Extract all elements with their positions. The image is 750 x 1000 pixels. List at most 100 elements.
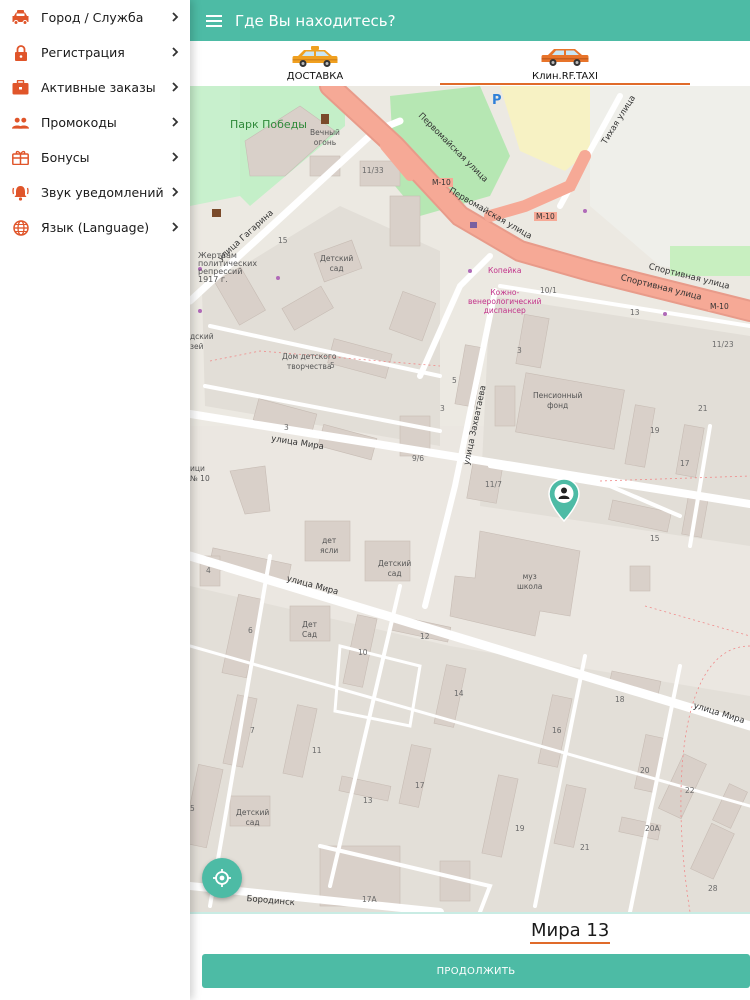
road-ref: M-10 — [430, 178, 453, 187]
house-number: 17A — [362, 895, 377, 904]
house-number: 22 — [685, 786, 695, 795]
drawer-item-label: Город / Служба — [41, 10, 144, 25]
house-number: 11 — [312, 746, 322, 755]
place-label: Дом детского творчества — [282, 352, 337, 371]
house-number: 21 — [580, 843, 590, 852]
place-label: Кожно-венерологический диспансер — [468, 288, 542, 315]
house-number: 13 — [363, 796, 373, 805]
tab-klin-rf-taxi[interactable]: Клин.RF.TAXI — [440, 41, 690, 86]
side-drawer: Город / Служба Регистрация Активные зака… — [0, 0, 190, 1000]
map-canvas[interactable]: P Жертвам политических репрессий 1917 г. — [190, 86, 750, 912]
house-number: 16 — [552, 726, 562, 735]
road-ref: M-10 — [534, 212, 557, 221]
drawer-item-city-service[interactable]: Город / Служба — [0, 0, 190, 35]
shop-icon — [470, 222, 477, 228]
gift-icon — [12, 149, 29, 166]
house-number: 17 — [680, 459, 690, 468]
lock-icon — [12, 44, 29, 61]
house-number: 20 — [640, 766, 650, 775]
page-title: Где Вы находитесь? — [235, 11, 396, 30]
parking-label: P — [492, 93, 502, 108]
service-tabs: ДОСТАВКА Клин.RF.TAXI — [190, 41, 750, 86]
place-label: муз школа — [517, 572, 543, 591]
house-number: 11/23 — [712, 340, 734, 349]
house-number: 3 — [284, 423, 289, 432]
chevron-right-icon — [172, 222, 179, 232]
selected-address[interactable]: Мира 13 — [530, 920, 611, 944]
bell-icon — [12, 184, 29, 201]
briefcase-icon — [12, 79, 29, 96]
location-pin-icon[interactable] — [548, 478, 580, 522]
monument-icon — [212, 209, 221, 217]
taxi-car-icon — [541, 49, 589, 66]
place-label: Детский сад — [236, 808, 270, 827]
chevron-right-icon — [172, 117, 179, 127]
globe-icon — [12, 219, 29, 236]
house-number: 10 — [358, 648, 368, 657]
road-ref: M-10 — [708, 302, 731, 311]
house-number: 19 — [515, 824, 525, 833]
house-number: 9/6 — [412, 454, 425, 463]
place-label: Детский сад — [378, 559, 412, 578]
tab-delivery[interactable]: ДОСТАВКА — [250, 41, 380, 86]
app-bar: Где Вы находитесь? — [190, 0, 750, 41]
taxi-car-icon — [292, 46, 338, 67]
house-number: 28 — [708, 884, 718, 893]
eternal-flame-label: Вечный огонь — [310, 128, 340, 147]
drawer-item-language[interactable]: Язык (Language) — [0, 210, 190, 245]
place-label: дский зей — [190, 332, 214, 351]
map-view[interactable]: P Жертвам политических репрессий 1917 г.… — [190, 86, 750, 912]
house-number: 15 — [278, 236, 288, 245]
house-number: 5 — [452, 376, 457, 385]
house-number: 17 — [415, 781, 425, 790]
drawer-item-label: Активные заказы — [41, 80, 156, 95]
drawer-item-bonuses[interactable]: Бонусы — [0, 140, 190, 175]
drawer-item-label: Регистрация — [41, 45, 125, 60]
tab-label: Клин.RF.TAXI — [532, 71, 598, 82]
people-icon — [12, 114, 29, 131]
drawer-item-active-orders[interactable]: Активные заказы — [0, 70, 190, 105]
chevron-right-icon — [172, 47, 179, 57]
house-number: 18 — [615, 695, 625, 704]
place-label: Копейка — [488, 266, 522, 275]
house-number: 14 — [454, 689, 464, 698]
tab-selected-indicator — [440, 83, 690, 85]
hamburger-menu-icon[interactable] — [203, 10, 225, 32]
chevron-right-icon — [172, 152, 179, 162]
drawer-item-notification-sound[interactable]: Звук уведомлений — [0, 175, 190, 210]
chevron-right-icon — [172, 82, 179, 92]
house-number: 3 — [440, 404, 445, 413]
place-label: Детский сад — [320, 254, 354, 273]
drawer-item-promocodes[interactable]: Промокоды — [0, 105, 190, 140]
monument-icon — [321, 114, 329, 124]
tab-label: ДОСТАВКА — [286, 71, 344, 82]
place-label: Пенсионный фонд — [533, 391, 583, 410]
taxi-car-icon — [12, 9, 29, 26]
house-number: 21 — [698, 404, 708, 413]
house-number: 11/33 — [362, 166, 384, 175]
house-number: 15 — [650, 534, 660, 543]
place-label: ици № 10 — [190, 464, 210, 483]
house-number: 4 — [206, 566, 211, 575]
house-number: 7 — [250, 726, 255, 735]
chevron-right-icon — [172, 12, 179, 22]
park-label: Парк Победы — [230, 118, 307, 131]
my-location-button[interactable] — [202, 858, 242, 898]
place-label: дет ясли — [320, 536, 339, 555]
house-number: 20A — [645, 824, 660, 833]
house-number: 5 — [330, 361, 335, 370]
house-number: 6 — [248, 626, 253, 635]
house-number: 11/7 — [485, 480, 502, 489]
house-number: 13 — [630, 308, 640, 317]
my-location-icon — [213, 869, 231, 887]
drawer-item-registration[interactable]: Регистрация — [0, 35, 190, 70]
house-number: 19 — [650, 426, 660, 435]
drawer-item-label: Язык (Language) — [41, 220, 150, 235]
place-label: Дет Сад — [302, 620, 318, 639]
house-number: 5 — [190, 804, 195, 813]
map-label: 1917 г. — [198, 275, 228, 284]
house-number: 3 — [517, 346, 522, 355]
address-panel: Мира 13 ПРОДОЛЖИТЬ — [190, 912, 750, 1000]
chevron-right-icon — [172, 187, 179, 197]
continue-button[interactable]: ПРОДОЛЖИТЬ — [202, 954, 750, 988]
